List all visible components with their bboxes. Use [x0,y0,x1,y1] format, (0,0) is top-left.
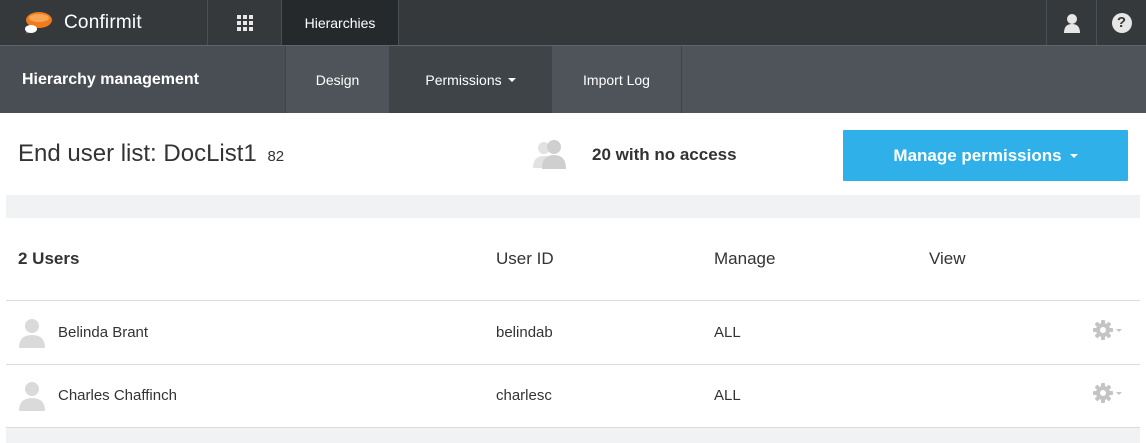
user-name: Belinda Brant [58,324,149,341]
header-users: 2 Users [18,249,80,268]
header-view[interactable]: View [929,249,966,269]
apps-grid-icon [236,14,253,31]
chevron-down-icon [1116,391,1122,395]
user-name: Charles Chaffinch [58,387,177,404]
logo-text: Confirmit [64,11,142,33]
no-access-indicator[interactable]: 20 with no access [530,137,737,173]
header-manage[interactable]: Manage [714,249,775,269]
user-menu-button[interactable] [1046,0,1096,45]
app-logo[interactable]: Confirmit [0,0,208,45]
table-row[interactable]: Charles Chaffinch charlesc ALL [6,365,1140,428]
row-actions-button[interactable] [1092,382,1122,404]
separator-band [6,195,1140,218]
manage-permission: ALL [714,387,741,404]
gear-icon [1093,320,1113,340]
help-icon: ? [1111,12,1132,33]
confirmit-logo-icon [22,10,62,36]
table-header: 2 Users User ID Manage View [6,219,1140,301]
user-icon [1063,13,1080,33]
footer-band [6,428,1140,443]
sub-navigation: Hierarchy management Design Permissions … [0,45,1146,113]
row-actions-button[interactable] [1092,319,1122,341]
user-id: charlesc [496,387,552,404]
page-title: End user list: DocList1 82 [18,140,284,168]
chevron-down-icon [1116,328,1122,332]
no-access-text: 20 with no access [592,145,737,164]
page-title-text: End user list: DocList1 [18,140,257,167]
manage-permissions-button[interactable]: Manage permissions [843,130,1128,181]
user-count: 82 [267,148,285,165]
tab-import-log[interactable]: Import Log [552,46,682,113]
tab-permissions[interactable]: Permissions [390,46,552,113]
tab-design[interactable]: Design [286,46,390,113]
tab-hierarchies[interactable]: Hierarchies [282,0,399,45]
gear-icon [1093,383,1113,403]
avatar-icon [18,316,46,352]
manage-permission: ALL [714,324,741,341]
tab-import-log-label: Import Log [583,71,650,88]
hierarchy-management-title[interactable]: Hierarchy management [0,46,286,113]
tab-permissions-label: Permissions [425,71,502,88]
chevron-down-icon [507,77,516,82]
manage-permissions-label: Manage permissions [893,145,1062,165]
user-group-icon [533,140,566,169]
chevron-down-icon [1069,153,1078,158]
table-row[interactable]: Belinda Brant belindab ALL [6,302,1140,365]
help-button[interactable]: ? [1096,0,1146,45]
user-id: belindab [496,324,553,341]
apps-menu-button[interactable] [208,0,282,45]
avatar-icon [18,379,46,415]
top-bar: Confirmit Hierarchies ? [0,0,1146,45]
tab-design-label: Design [315,71,360,88]
header-user-id[interactable]: User ID [496,249,554,269]
